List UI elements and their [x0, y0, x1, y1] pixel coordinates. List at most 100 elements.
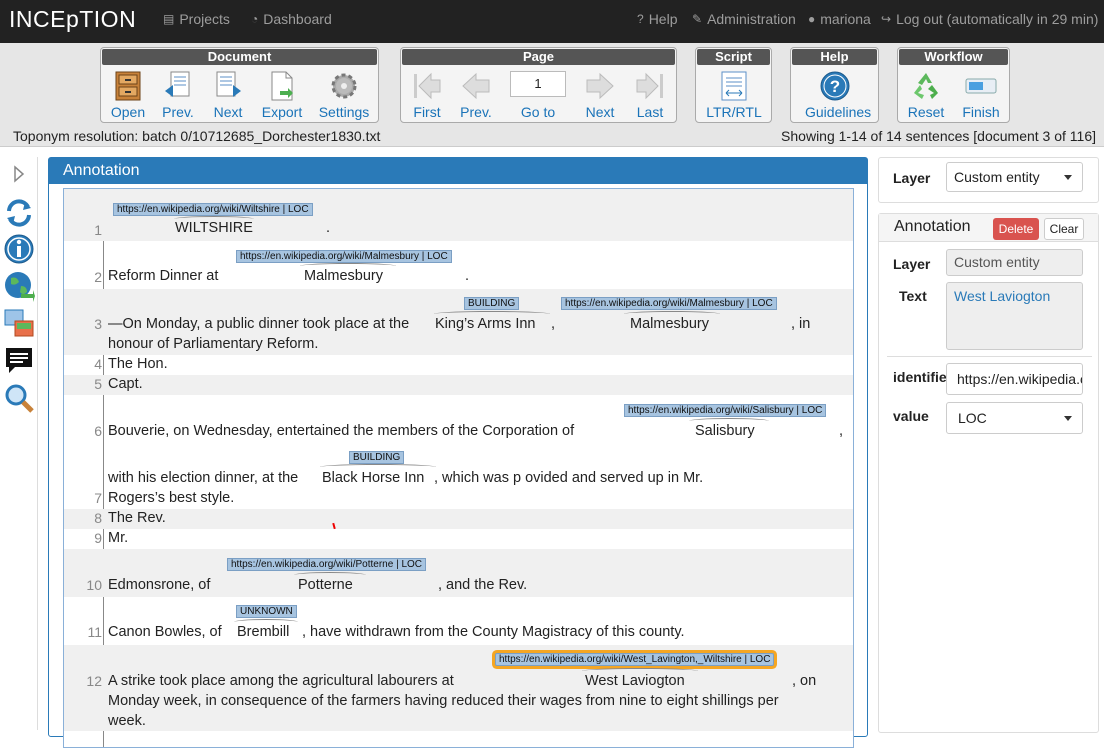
nav-projects-label: Projects — [179, 11, 230, 27]
logout-icon: ↪ — [881, 12, 892, 26]
expand-sidebar-icon[interactable] — [8, 163, 30, 185]
last-page-label: Last — [636, 104, 664, 120]
value-select-value: LOC — [958, 410, 987, 426]
question-icon: ? — [820, 71, 850, 101]
sentence-text: , which was p ovided and served up in Mr… — [434, 470, 704, 486]
chevron-down-icon — [1064, 175, 1072, 180]
nav-projects[interactable]: ▤ Projects — [163, 11, 230, 27]
sentence-text: Mr. — [108, 530, 129, 546]
token-brembill[interactable]: Brembill — [237, 624, 289, 640]
text-direction-icon — [721, 71, 747, 101]
nav-dashboard[interactable]: ◔ Dashboard — [251, 11, 332, 27]
sentence-text: Capt. — [108, 376, 143, 392]
delete-button[interactable]: Delete — [993, 218, 1039, 240]
annotation-label-building[interactable]: BUILDING — [349, 451, 405, 464]
sentence-text: Canon Bowles, of — [108, 624, 222, 640]
sentence-number: 2 — [94, 269, 102, 285]
sentence-text: with his election dinner, at the — [108, 470, 299, 486]
sentence-text: , have withdrawn from the County Magistr… — [302, 624, 685, 640]
windows-icon[interactable] — [3, 307, 35, 339]
annotation-panel-title: Annotation — [49, 158, 867, 184]
identifier-input[interactable]: https://en.wikipedia.org/wiki/West_Lavin… — [946, 363, 1083, 395]
annotation-label-malmesbury[interactable]: https://en.wikipedia.org/wiki/Malmesbury… — [236, 250, 452, 263]
token-west-laviogton[interactable]: West Laviogton — [585, 673, 685, 689]
sentence-row-12: 12 https://en.wikipedia.org/wiki/West_La… — [64, 645, 853, 731]
search-icon[interactable] — [3, 382, 35, 414]
token-wiltshire[interactable]: WILTSHIRE — [175, 220, 253, 236]
sentence-text: . — [326, 220, 331, 236]
nav-administration[interactable]: ✎ Administration — [692, 11, 796, 27]
svg-text:?: ? — [830, 77, 840, 96]
sentence-text: , in — [791, 316, 811, 332]
comment-icon[interactable] — [3, 345, 35, 377]
next-document-icon — [216, 71, 241, 97]
token-salisbury[interactable]: Salisbury — [695, 423, 755, 439]
detail-layer-value: Custom entity — [946, 249, 1083, 276]
sentence-row-3: 3 BUILDING https://en.wikipedia.org/wiki… — [64, 289, 853, 355]
workflow-group: Workflow Reset Finish — [897, 47, 1010, 123]
annotation-label-wiltshire[interactable]: https://en.wikipedia.org/wiki/Wiltshire … — [113, 203, 313, 216]
token-black-horse-inn[interactable]: Black Horse Inn — [322, 470, 424, 486]
settings-label: Settings — [318, 104, 370, 120]
token-malmesbury[interactable]: Malmesbury — [630, 316, 709, 332]
layer-selector-panel: Layer Custom entity — [878, 157, 1099, 203]
goto-page-button[interactable]: Go to — [508, 104, 568, 120]
annotation-detail-panel: Annotation Delete Clear Layer Custom ent… — [878, 213, 1099, 733]
question-circle-icon: ? — [637, 12, 644, 26]
page-number-input[interactable]: 1 — [510, 71, 566, 97]
guidelines-button[interactable]: ? Guidelines — [805, 69, 872, 121]
export-button[interactable]: Export — [252, 69, 312, 121]
nav-user[interactable]: ● mariona — [808, 11, 871, 27]
annotation-label-malmesbury[interactable]: https://en.wikipedia.org/wiki/Malmesbury… — [561, 297, 777, 310]
globe-icon[interactable] — [3, 270, 35, 302]
layer-select[interactable]: Custom entity — [946, 162, 1083, 192]
refresh-icon[interactable] — [3, 197, 35, 229]
arrow-right-icon — [586, 72, 614, 100]
next-document-label: Next — [213, 104, 243, 120]
last-page-icon — [636, 72, 663, 100]
finish-button[interactable]: Finish — [951, 69, 1011, 121]
wrench-icon: ✎ — [692, 12, 703, 26]
next-document-button[interactable]: Next — [198, 69, 258, 121]
info-icon[interactable] — [3, 233, 35, 265]
token-potterne[interactable]: Potterne — [298, 577, 353, 593]
app-brand[interactable]: INCEpTION — [9, 6, 136, 33]
annotation-label-unknown[interactable]: UNKNOWN — [236, 605, 297, 618]
ltr-rtl-button[interactable]: LTR/RTL — [704, 69, 764, 121]
settings-button[interactable]: Settings — [314, 69, 374, 121]
clear-button[interactable]: Clear — [1044, 218, 1084, 240]
user-icon: ● — [808, 12, 816, 26]
sentence-text: , — [551, 316, 556, 332]
sentence-number: 5 — [94, 376, 102, 392]
token-malmesbury[interactable]: Malmesbury — [304, 268, 383, 284]
token-kings-arms-inn[interactable]: King’s Arms Inn — [435, 316, 535, 332]
sentence-text: . — [465, 268, 470, 284]
sentence-row-8: 8 The Rev. — [64, 509, 853, 529]
detail-layer-label: Layer — [893, 256, 931, 272]
sentence-text: Edmonsrone, of — [108, 577, 211, 593]
value-select[interactable]: LOC — [946, 402, 1083, 434]
annotation-label-salisbury[interactable]: https://en.wikipedia.org/wiki/Salisbury … — [624, 404, 827, 417]
annotation-label-potterne[interactable]: https://en.wikipedia.org/wiki/Potterne |… — [227, 558, 427, 571]
left-sidebar — [0, 157, 38, 730]
dashboard-icon: ◔ — [251, 12, 259, 26]
sentence-row-5: 5 Capt. — [64, 375, 853, 395]
nav-dashboard-label: Dashboard — [263, 11, 332, 27]
nav-help[interactable]: ? Help — [637, 11, 677, 27]
last-page-button[interactable]: Last — [620, 69, 680, 121]
annotation-label-west-lavington-selected[interactable]: https://en.wikipedia.org/wiki/West_Lavin… — [495, 653, 775, 666]
prev-document-icon — [165, 71, 190, 97]
nav-administration-label: Administration — [707, 11, 796, 27]
detail-panel-title: Annotation — [894, 218, 971, 235]
prev-page-button[interactable]: Prev. — [446, 69, 506, 121]
sentence-text: honour of Parliamentary Reform. — [108, 336, 319, 352]
script-group-title: Script — [697, 49, 770, 65]
guidelines-label: Guidelines — [805, 104, 872, 120]
annotation-label-building[interactable]: BUILDING — [464, 297, 520, 310]
sentence-text: The Rev. — [108, 510, 166, 526]
nav-logout[interactable]: ↪ Log out (automatically in 29 min) — [881, 11, 1098, 27]
reset-button[interactable]: Reset — [896, 69, 956, 121]
recycle-icon — [914, 73, 938, 99]
annotation-panel: Annotation 1 https://en.wikipedia.org/wi… — [48, 157, 868, 748]
annotation-editor[interactable]: 1 https://en.wikipedia.org/wiki/Wiltshir… — [63, 188, 854, 748]
